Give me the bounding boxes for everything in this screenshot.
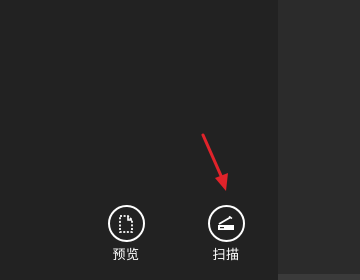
scan-app-window: 预览 扫描 [0,0,360,280]
document-preview-icon [119,214,133,233]
scanner-icon [218,215,234,230]
side-panel [278,0,360,280]
preview-button-circle [107,205,145,242]
scan-label: 扫描 [212,248,240,263]
side-panel-scrollbar[interactable] [278,274,360,280]
preview-button[interactable]: 预览 [96,205,156,270]
preview-label: 预览 [112,248,140,263]
scan-button-circle [207,205,245,242]
scan-button[interactable]: 扫描 [196,205,256,270]
